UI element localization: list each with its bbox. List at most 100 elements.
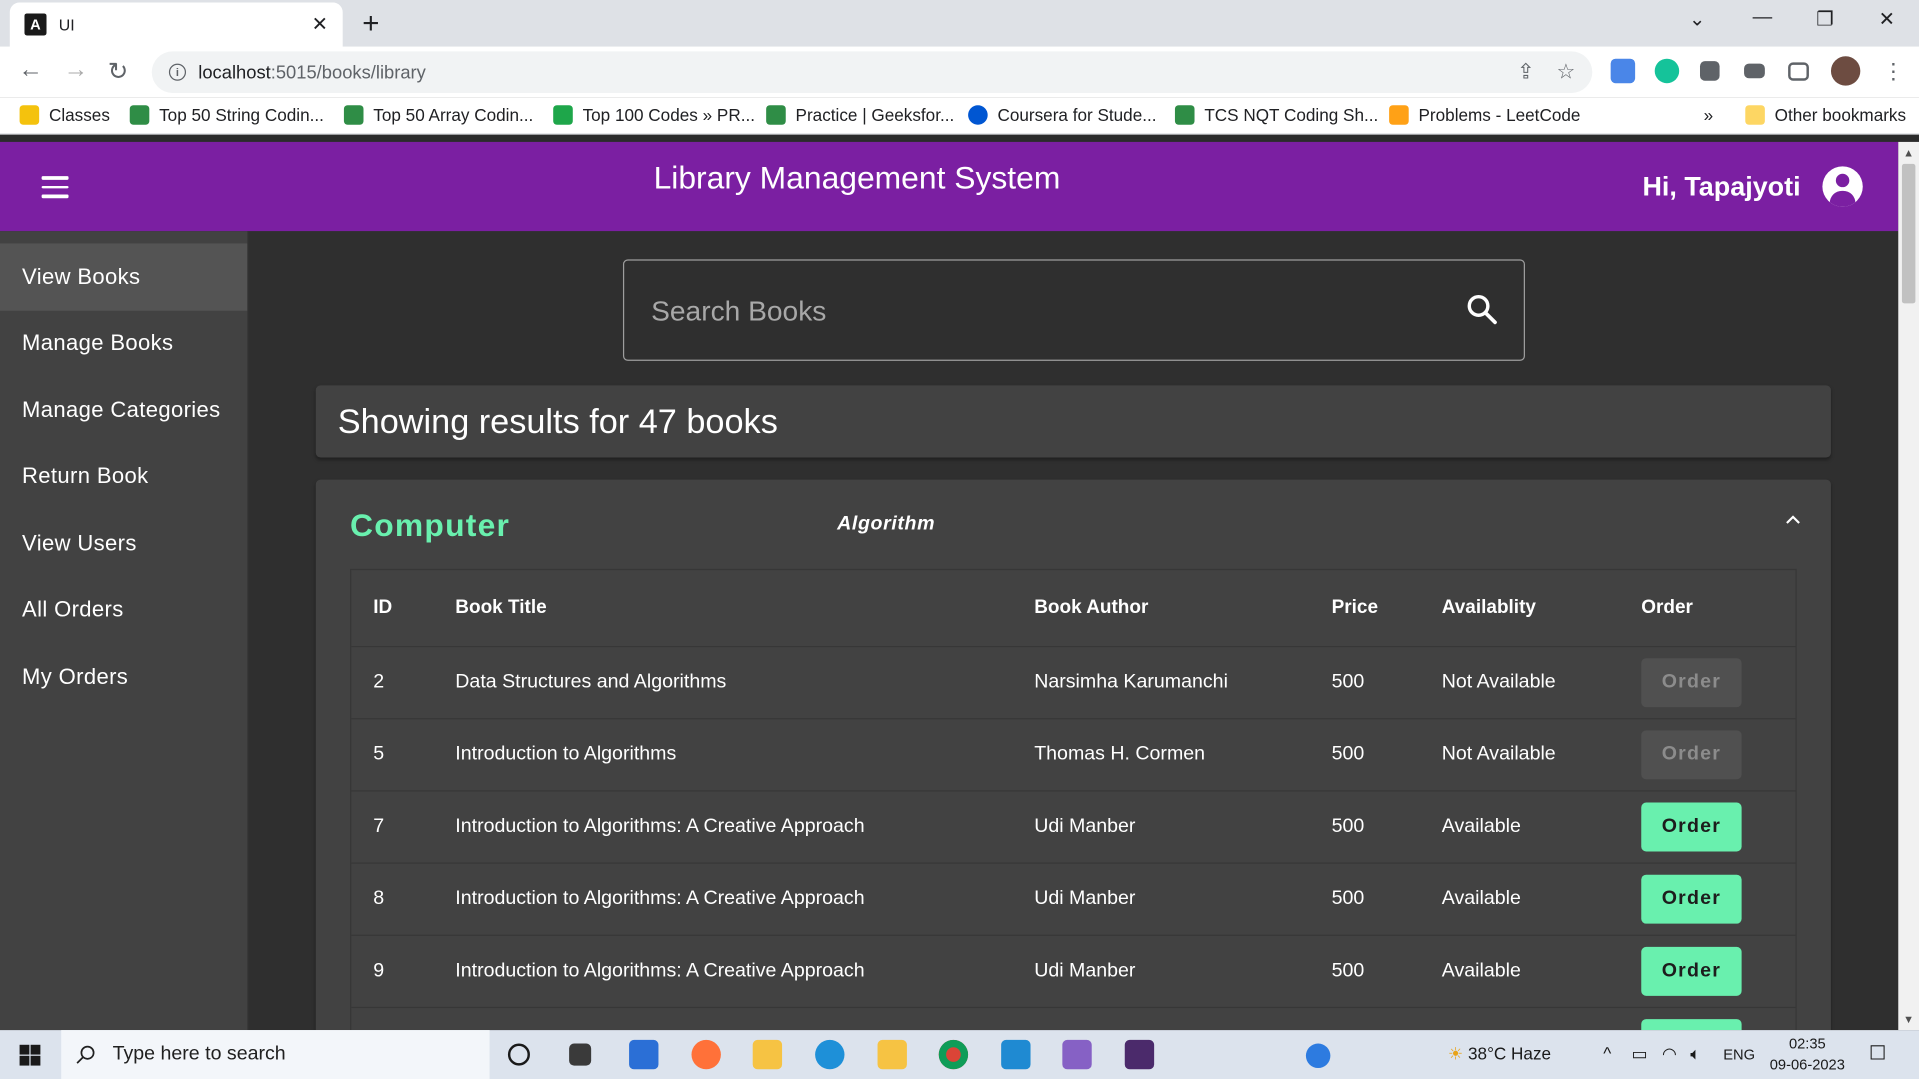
sidebar-item-manage-books[interactable]: Manage Books bbox=[0, 310, 247, 377]
bookmark-item[interactable]: Top 100 Codes » PR... bbox=[553, 105, 755, 125]
sidebar-item-view-users[interactable]: View Users bbox=[0, 510, 247, 577]
order-button[interactable] bbox=[1641, 1019, 1742, 1031]
results-summary: Showing results for 47 books bbox=[315, 385, 1831, 458]
screen: A UI ✕ + ⌄ — ❐ ✕ ← → ↻ i localhost:5015/… bbox=[0, 0, 1919, 1079]
bookmark-item[interactable]: Top 50 String Codin... bbox=[129, 105, 324, 125]
book-id: 9 bbox=[373, 960, 385, 982]
user-greeting: Hi, Tapajyoti bbox=[1642, 171, 1801, 202]
table-row: 7 Introduction to Algorithms: A Creative… bbox=[351, 792, 1796, 864]
menu-toggle-icon[interactable] bbox=[41, 176, 69, 204]
bookmark-item[interactable]: Top 50 Array Codin... bbox=[343, 105, 533, 125]
reading-list-icon[interactable] bbox=[1744, 63, 1765, 79]
sidebar-item-my-orders[interactable]: My Orders bbox=[0, 644, 247, 711]
scroll-down-icon[interactable]: ▼ bbox=[1903, 1013, 1914, 1025]
column-header-id: ID bbox=[373, 597, 393, 618]
bookmark-item[interactable]: TCS NQT Coding Sh... bbox=[1174, 105, 1378, 125]
bookmark-item[interactable]: Classes bbox=[19, 105, 110, 125]
category-panel: Computer Algorithm ID Book Title Book Au… bbox=[315, 479, 1831, 1031]
order-button[interactable]: Order bbox=[1641, 802, 1742, 852]
book-title: Introduction to Algorithms: A Creative A… bbox=[455, 888, 865, 909]
show-hidden-icons-icon[interactable]: ^ bbox=[1603, 1044, 1611, 1064]
book-id: 7 bbox=[373, 816, 385, 837]
wifi-icon[interactable]: ◠ bbox=[1662, 1044, 1677, 1065]
search-input[interactable] bbox=[651, 292, 1435, 330]
book-availability: Not Available bbox=[1441, 671, 1556, 693]
close-tab-icon[interactable]: ✕ bbox=[312, 12, 328, 36]
store-icon[interactable] bbox=[629, 1039, 659, 1070]
url-text: localhost:5015/books/library bbox=[198, 61, 426, 83]
chrome-icon[interactable] bbox=[938, 1039, 969, 1070]
vscode-icon[interactable] bbox=[1001, 1039, 1031, 1070]
site-info-icon[interactable]: i bbox=[168, 63, 187, 81]
sidebar-item-manage-categories[interactable]: Manage Categories bbox=[0, 377, 247, 444]
tab-search-icon[interactable]: ⌄ bbox=[1689, 7, 1705, 31]
bookmark-item[interactable]: Coursera for Stude... bbox=[968, 105, 1157, 125]
help-icon[interactable] bbox=[1305, 1043, 1331, 1069]
book-title: Introduction to Algorithms: A Creative A… bbox=[455, 816, 865, 837]
sidebar-item-return-book[interactable]: Return Book bbox=[0, 443, 247, 510]
bookmark-item[interactable]: Practice | Geeksfor... bbox=[766, 105, 954, 125]
angular-icon: A bbox=[24, 13, 47, 36]
battery-icon[interactable]: ▭ bbox=[1631, 1044, 1647, 1065]
book-title: Introduction to Algorithms: A Creative A… bbox=[455, 960, 865, 982]
scrollbar-thumb[interactable] bbox=[1901, 163, 1916, 304]
edge-icon[interactable] bbox=[815, 1039, 845, 1070]
app-icon[interactable] bbox=[877, 1039, 907, 1070]
chevron-up-icon[interactable] bbox=[1784, 511, 1801, 528]
firefox-icon[interactable] bbox=[691, 1039, 721, 1070]
coursera-icon bbox=[968, 105, 988, 125]
new-tab-icon[interactable]: + bbox=[362, 7, 379, 41]
extensions-icon[interactable] bbox=[1699, 61, 1720, 81]
file-explorer-icon[interactable] bbox=[752, 1039, 783, 1070]
weather-widget[interactable]: ☀ 38°C Haze bbox=[1448, 1044, 1551, 1065]
order-button[interactable]: Order bbox=[1641, 730, 1742, 780]
restore-icon[interactable]: ❐ bbox=[1816, 7, 1834, 31]
volume-icon[interactable]: 🔈︎ bbox=[1690, 1044, 1700, 1065]
browser-tab[interactable]: A UI ✕ bbox=[9, 2, 343, 47]
share-icon[interactable]: ⇪ bbox=[1517, 60, 1534, 84]
search-icon[interactable] bbox=[1465, 292, 1499, 326]
leetcode-icon bbox=[1389, 105, 1409, 125]
minimize-icon[interactable]: — bbox=[1753, 7, 1773, 29]
profile-avatar[interactable] bbox=[1830, 56, 1861, 86]
grammarly-extension-icon[interactable] bbox=[1654, 58, 1680, 84]
terminal-icon[interactable] bbox=[1124, 1039, 1155, 1070]
search-icon bbox=[76, 1045, 95, 1064]
bookmark-item[interactable]: Problems - LeetCode bbox=[1389, 105, 1580, 125]
taskbar-search[interactable]: Type here to search bbox=[61, 1030, 490, 1079]
other-bookmarks[interactable]: Other bookmarks bbox=[1745, 105, 1906, 125]
bookmarks-overflow-icon[interactable]: » bbox=[1704, 105, 1714, 125]
sidebar-item-all-orders[interactable]: All Orders bbox=[0, 577, 247, 644]
forward-icon[interactable]: → bbox=[64, 56, 88, 84]
back-icon[interactable]: ← bbox=[18, 56, 42, 84]
system-clock[interactable]: 02:35 09-06-2023 bbox=[1770, 1034, 1845, 1076]
search-field[interactable] bbox=[622, 259, 1525, 361]
task-view-icon[interactable] bbox=[569, 1043, 592, 1066]
close-window-icon[interactable]: ✕ bbox=[1879, 7, 1895, 31]
reload-icon[interactable]: ↻ bbox=[108, 56, 129, 87]
main-content: Showing results for 47 books Computer Al… bbox=[248, 231, 1899, 1031]
menu-icon[interactable]: ⋮ bbox=[1882, 59, 1906, 83]
address-bar[interactable]: i localhost:5015/books/library ⇪ ☆ bbox=[151, 51, 1593, 93]
account-circle-icon[interactable] bbox=[1822, 166, 1863, 207]
visual-studio-icon[interactable] bbox=[1062, 1039, 1092, 1070]
column-header-author: Book Author bbox=[1034, 597, 1149, 618]
order-button[interactable]: Order bbox=[1641, 946, 1742, 996]
windows-start-icon[interactable] bbox=[19, 1044, 41, 1066]
sidebar-item-view-books[interactable]: View Books bbox=[0, 243, 248, 311]
order-button[interactable]: Order bbox=[1641, 874, 1742, 924]
order-button[interactable]: Order bbox=[1641, 658, 1742, 708]
bookmark-star-icon[interactable]: ☆ bbox=[1556, 60, 1575, 84]
geeksforgeeks-icon bbox=[129, 105, 150, 125]
side-panel-icon[interactable] bbox=[1788, 62, 1809, 81]
language-indicator[interactable]: ENG bbox=[1723, 1046, 1755, 1063]
column-header-price: Price bbox=[1331, 597, 1379, 618]
translate-extension-icon[interactable] bbox=[1610, 58, 1636, 84]
notifications-icon[interactable]: ☐ bbox=[1869, 1041, 1887, 1065]
cortana-icon[interactable] bbox=[507, 1043, 530, 1066]
book-price: 500 bbox=[1331, 743, 1365, 765]
page-scrollbar[interactable]: ▲ ▼ bbox=[1898, 141, 1919, 1031]
book-price: 500 bbox=[1331, 888, 1365, 909]
scroll-up-icon[interactable]: ▲ bbox=[1903, 147, 1914, 159]
book-author: Udi Manber bbox=[1034, 888, 1136, 909]
